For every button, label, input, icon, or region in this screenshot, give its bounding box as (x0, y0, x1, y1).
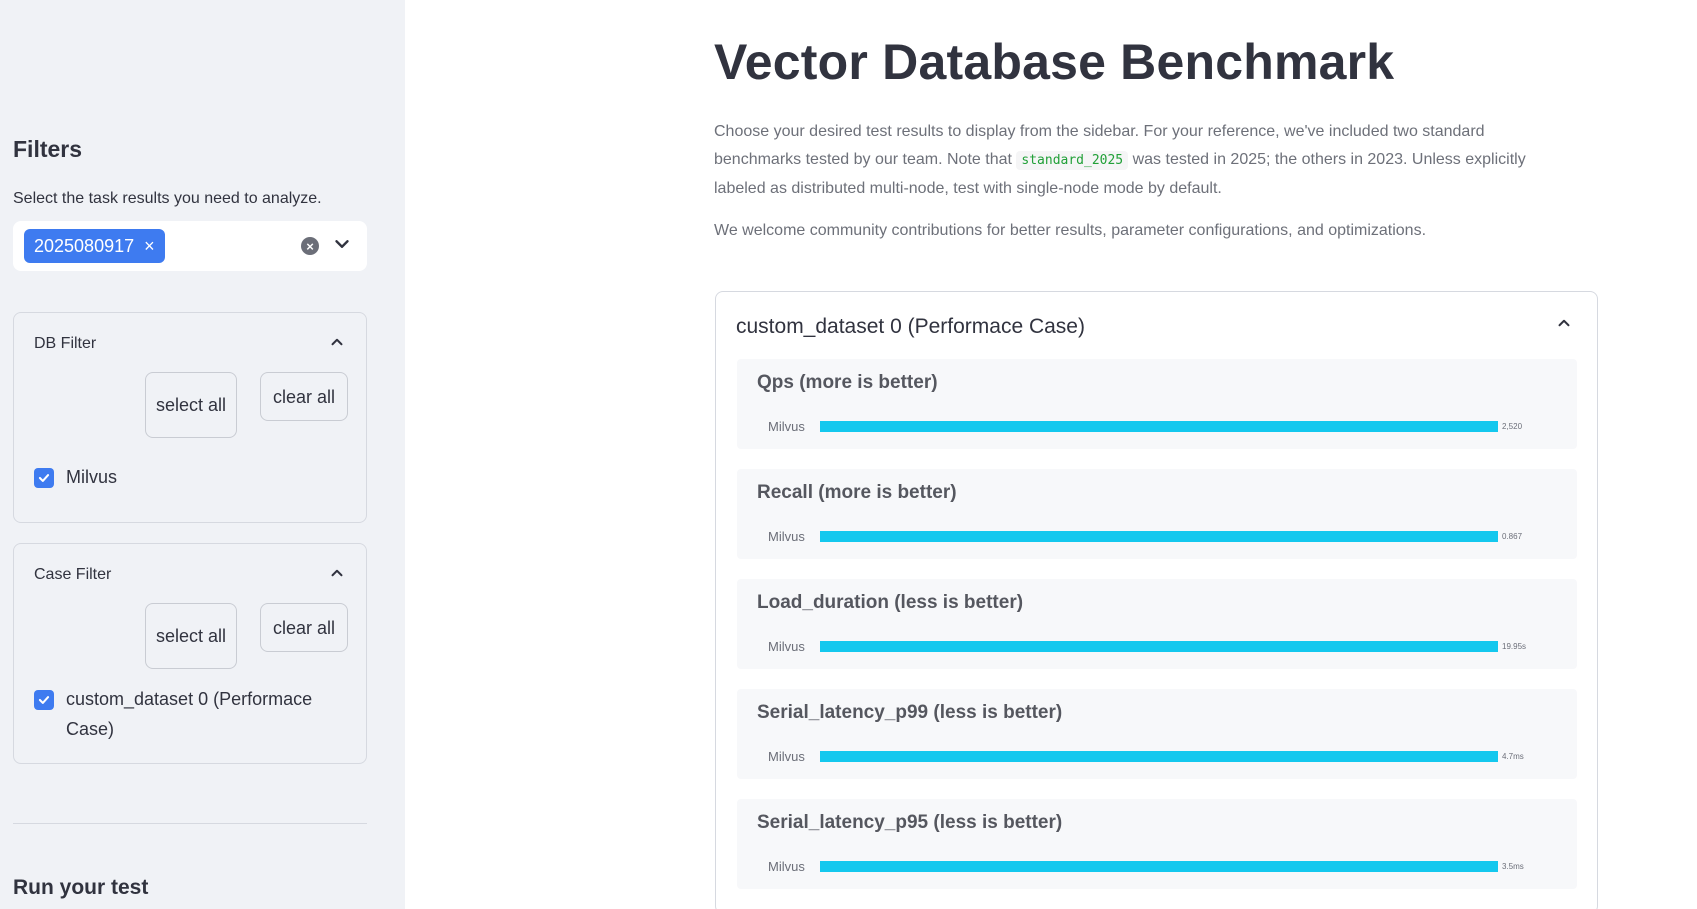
metric-chart: Qps (more is better) Milvus 2,520 (737, 359, 1577, 449)
chart-title: Load_duration (less is better) (757, 592, 1024, 613)
chevron-up-icon[interactable] (328, 333, 346, 351)
chevron-up-icon[interactable] (1555, 314, 1573, 332)
bar-category-label: Milvus (768, 529, 805, 544)
chart-title: Serial_latency_p95 (less is better) (757, 812, 1063, 833)
chart-title: Qps (more is better) (757, 372, 938, 393)
task-chip-label: 2025080917 (34, 235, 135, 256)
chevron-down-icon[interactable] (331, 233, 353, 255)
bar[interactable] (820, 531, 1498, 542)
metric-chart: Recall (more is better) Milvus 0.867 (737, 469, 1577, 559)
intro-code: standard_2025 (1016, 151, 1129, 170)
case-expander: custom_dataset 0 (Performace Case) Qps (… (715, 291, 1598, 909)
chip-remove-icon[interactable]: × (144, 237, 155, 255)
expander-title[interactable]: custom_dataset 0 (Performace Case) (736, 315, 1085, 339)
chevron-up-icon[interactable] (328, 564, 346, 582)
metric-chart: Serial_latency_p95 (less is better) Milvu… (737, 799, 1577, 889)
bar-value-label: 2,520 (1502, 422, 1523, 431)
db-filter-title[interactable]: DB Filter (34, 335, 96, 353)
checkbox-checked-icon[interactable] (34, 468, 54, 488)
task-chip[interactable]: 2025080917 × (24, 229, 165, 263)
intro-text: Choose your desired test results to disp… (714, 118, 1574, 203)
bar[interactable] (820, 751, 1498, 762)
case-clear-all-button[interactable]: clear all (260, 603, 348, 652)
sidebar: Filters Select the task results you need… (0, 0, 405, 909)
bar-value-label: 19.95s (1502, 642, 1527, 651)
chart-title: Recall (more is better) (757, 482, 957, 503)
case-filter-title[interactable]: Case Filter (34, 566, 111, 584)
bar[interactable] (820, 641, 1498, 652)
checkbox-checked-icon[interactable] (34, 690, 54, 710)
bar-category-label: Milvus (768, 859, 805, 874)
db-clear-all-button[interactable]: clear all (260, 372, 348, 421)
case-option-label: custom_dataset 0 (Performace Case) (66, 689, 313, 739)
metric-chart: Load_duration (less is better) Milvus 19.9… (737, 579, 1577, 669)
sidebar-title: Filters (13, 136, 83, 162)
sidebar-divider (13, 823, 367, 824)
contribution-text: We welcome community contributions for b… (714, 222, 1427, 239)
case-option-custom-dataset[interactable]: custom_dataset 0 (Performace Case) (34, 688, 334, 744)
bar-value-label: 3.5ms (1502, 862, 1524, 871)
bar[interactable] (820, 861, 1498, 872)
task-select-label: Select the task results you need to anal… (13, 190, 322, 207)
chart-title: Serial_latency_p99 (less is better) (757, 702, 1063, 723)
case-filter-panel: Case Filter select all clear all custom_… (13, 543, 367, 764)
bar-category-label: Milvus (768, 639, 805, 654)
page-title: Vector Database Benchmark (714, 34, 1395, 90)
bar-value-label: 0.867 (1502, 532, 1523, 541)
task-multiselect[interactable]: 2025080917 × × (13, 221, 367, 271)
clear-selection-icon[interactable]: × (301, 237, 319, 255)
bar[interactable] (820, 421, 1498, 432)
bar-value-label: 4.7ms (1502, 752, 1524, 761)
bar-category-label: Milvus (768, 419, 805, 434)
run-test-heading: Run your test (13, 876, 149, 899)
db-select-all-button[interactable]: select all (145, 372, 237, 438)
bar-category-label: Milvus (768, 749, 805, 764)
db-option-milvus[interactable]: Milvus (34, 466, 117, 492)
metric-chart: Serial_latency_p99 (less is better) Milvu… (737, 689, 1577, 779)
db-option-label: Milvus (66, 467, 118, 487)
db-filter-panel: DB Filter select all clear all Milvus (13, 312, 367, 523)
case-select-all-button[interactable]: select all (145, 603, 237, 669)
